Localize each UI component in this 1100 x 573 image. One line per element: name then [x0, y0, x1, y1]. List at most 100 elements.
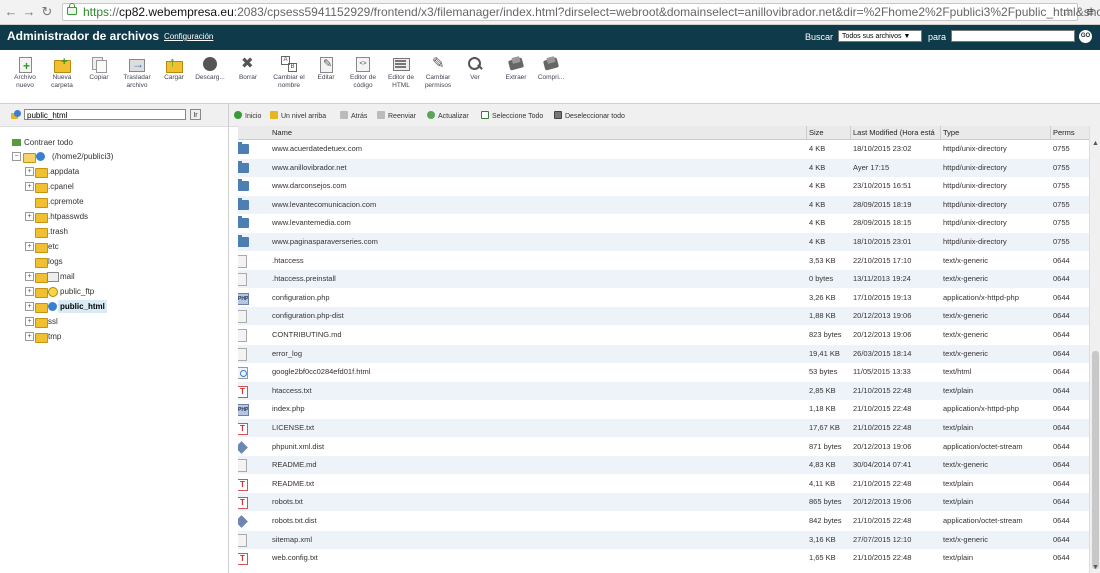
file-name-cell[interactable]: www.anillovibrador.net [272, 159, 802, 177]
move-button[interactable]: Trasladar archivo [117, 56, 157, 89]
file-name-cell[interactable]: README.md [272, 456, 802, 474]
column-header-size[interactable]: Size [809, 126, 849, 139]
scroll-up-icon[interactable]: ▲ [1092, 140, 1099, 147]
file-name-cell[interactable]: .htaccess.preinstall [272, 270, 802, 288]
home-nav-button[interactable]: Inicio [234, 111, 261, 120]
generic-file-icon[interactable] [238, 459, 247, 473]
generic-file-icon[interactable] [238, 533, 247, 547]
expand-node-icon[interactable]: + [25, 167, 34, 176]
compress-button[interactable]: Compri... [534, 56, 568, 82]
table-row[interactable]: README.md 4,83 KB 30/04/2014 07:41 text/x-g… [238, 456, 1089, 475]
folder-icon[interactable] [238, 142, 249, 154]
generic-file-icon[interactable] [238, 254, 247, 268]
select-all-button[interactable]: Seleccione Todo [481, 111, 543, 120]
scroll-thumb[interactable] [1092, 351, 1099, 569]
address-bar[interactable]: https://cp82.webempresa.eu:2083/cpsess59… [62, 3, 1100, 21]
forward-nav-button[interactable]: Reenviar [377, 111, 416, 120]
column-header-type[interactable]: Type [943, 126, 1043, 139]
path-input[interactable]: public_html [24, 109, 186, 120]
file-name-cell[interactable]: web.config.txt [272, 549, 802, 567]
file-name-cell[interactable]: google2bf0cc0284efd01f.html [272, 363, 802, 381]
text-file-icon[interactable]: T [238, 423, 248, 435]
text-file-icon[interactable]: T [238, 553, 248, 566]
table-row[interactable]: Tweb.config.txt 1,65 KB 21/10/2015 22:48 te… [238, 549, 1089, 567]
file-name-cell[interactable]: .htaccess [272, 252, 802, 270]
extract-button[interactable]: Extraer [500, 56, 532, 82]
text-file-icon[interactable]: T [238, 497, 248, 510]
binary-file-icon[interactable] [238, 515, 248, 528]
file-name-cell[interactable]: www.levantecomunicacion.com [272, 196, 802, 214]
file-name-cell[interactable]: configuration.php-dist [272, 307, 802, 325]
new-file-button[interactable]: Archivo nuevo [8, 56, 42, 89]
expand-node-icon[interactable]: + [25, 242, 34, 251]
php-file-icon[interactable]: PHP [238, 292, 249, 305]
path-go-button[interactable]: Ir [190, 109, 201, 120]
table-row[interactable]: phpunit.xml.dist 871 bytes 20/12/2013 19:0… [238, 438, 1089, 456]
back-arrow-icon[interactable]: ← [4, 5, 18, 19]
rename-button[interactable]: Cambiar el nombre [270, 56, 308, 89]
php-file-icon[interactable]: PHP [238, 404, 249, 417]
menu-icon[interactable]: ≡ [1086, 4, 1094, 19]
generic-file-icon[interactable] [238, 273, 247, 287]
expand-node-icon[interactable]: + [25, 332, 34, 341]
reload-icon[interactable]: ↻ [40, 5, 54, 19]
html-editor-button[interactable]: Editor de HTML [382, 56, 420, 89]
expand-node-icon[interactable]: + [25, 317, 34, 326]
new-folder-button[interactable]: Nueva carpeta [45, 56, 79, 89]
vertical-scrollbar[interactable]: ▲ ▼ [1089, 126, 1100, 573]
folder-icon[interactable] [238, 179, 249, 192]
expand-node-icon[interactable]: + [25, 212, 34, 221]
file-name-cell[interactable]: www.acuerdatedetuex.com [272, 140, 802, 158]
file-name-cell[interactable]: htaccess.txt [272, 382, 802, 400]
table-row[interactable]: google2bf0cc0284efd01f.html 53 bytes 11/05… [238, 363, 1089, 381]
table-row[interactable]: www.paginasparaverseries.com 4 KB 18/10/20… [238, 233, 1089, 251]
file-name-cell[interactable]: phpunit.xml.dist [272, 438, 802, 456]
generic-file-icon[interactable] [238, 329, 247, 342]
text-file-icon[interactable]: T [238, 385, 248, 398]
generic-file-icon[interactable] [238, 310, 247, 324]
table-row[interactable]: PHP configuration.php 3,26 KB 17/10/2015 19… [238, 289, 1089, 307]
file-name-cell[interactable]: www.paginasparaverseries.com [272, 233, 802, 251]
column-header-name[interactable]: Name [272, 126, 472, 139]
table-row[interactable]: configuration.php-dist 1,88 KB 20/12/2013 … [238, 307, 1089, 326]
expand-node-icon[interactable]: + [25, 302, 34, 311]
deselect-all-button[interactable]: Deseleccionar todo [554, 111, 625, 120]
column-separator[interactable] [940, 126, 941, 139]
file-name-cell[interactable]: robots.txt [272, 493, 802, 511]
table-row[interactable]: www.levantecomunicacion.com 4 KB 28/09/201… [238, 195, 1089, 214]
collapse-node-icon[interactable]: − [12, 152, 21, 161]
folder-icon[interactable] [238, 216, 249, 229]
copy-button[interactable]: Copiar [84, 56, 114, 82]
permissions-button[interactable]: Cambiar permisos [420, 56, 456, 89]
expand-node-icon[interactable]: + [25, 182, 34, 191]
delete-button[interactable]: Borrar [234, 56, 262, 82]
forward-arrow-icon[interactable]: → [22, 5, 36, 19]
text-file-icon[interactable]: T [238, 478, 248, 491]
table-row[interactable]: .htaccess 3,53 KB 22/10/2015 17:10 text/x-g… [238, 252, 1089, 270]
file-name-cell[interactable]: error_log [272, 345, 802, 363]
refresh-button[interactable]: Actualizar [427, 111, 469, 120]
code-editor-button[interactable]: Editor de código [344, 56, 382, 89]
binary-file-icon[interactable] [238, 440, 248, 454]
table-row[interactable]: CONTRIBUTING.md 823 bytes 20/12/2013 19:06… [238, 326, 1089, 344]
file-name-cell[interactable]: index.php [272, 400, 802, 418]
table-row[interactable]: PHP index.php 1,18 KB 21/10/2015 22:48 appli… [238, 400, 1089, 418]
table-row[interactable]: robots.txt.dist 842 bytes 21/10/2015 22:48… [238, 512, 1089, 530]
column-separator[interactable] [806, 126, 807, 139]
table-row[interactable]: www.darconsejos.com 4 KB 23/10/2015 16:51 h… [238, 177, 1089, 195]
column-header-perms[interactable]: Perms [1053, 126, 1087, 139]
table-row[interactable]: .htaccess.preinstall 0 bytes 13/11/2013 19… [238, 270, 1089, 289]
file-name-cell[interactable]: LICENSE.txt [272, 419, 802, 437]
table-row[interactable]: www.acuerdatedetuex.com 4 KB 18/10/2015 23… [238, 140, 1089, 158]
search-go-button[interactable]: GO [1079, 30, 1092, 43]
edit-button[interactable]: Editar [312, 56, 340, 82]
upload-button[interactable]: Cargar [160, 56, 188, 82]
search-input[interactable] [951, 30, 1075, 42]
table-row[interactable]: Thtaccess.txt 2,85 KB 21/10/2015 22:48 text… [238, 381, 1089, 400]
scroll-down-icon[interactable]: ▼ [1092, 564, 1099, 571]
file-name-cell[interactable]: www.darconsejos.com [272, 177, 802, 195]
folder-icon[interactable] [238, 197, 249, 210]
file-name-cell[interactable]: CONTRIBUTING.md [272, 326, 802, 344]
generic-file-icon[interactable] [238, 347, 247, 361]
download-button[interactable]: Descarg... [192, 56, 228, 82]
